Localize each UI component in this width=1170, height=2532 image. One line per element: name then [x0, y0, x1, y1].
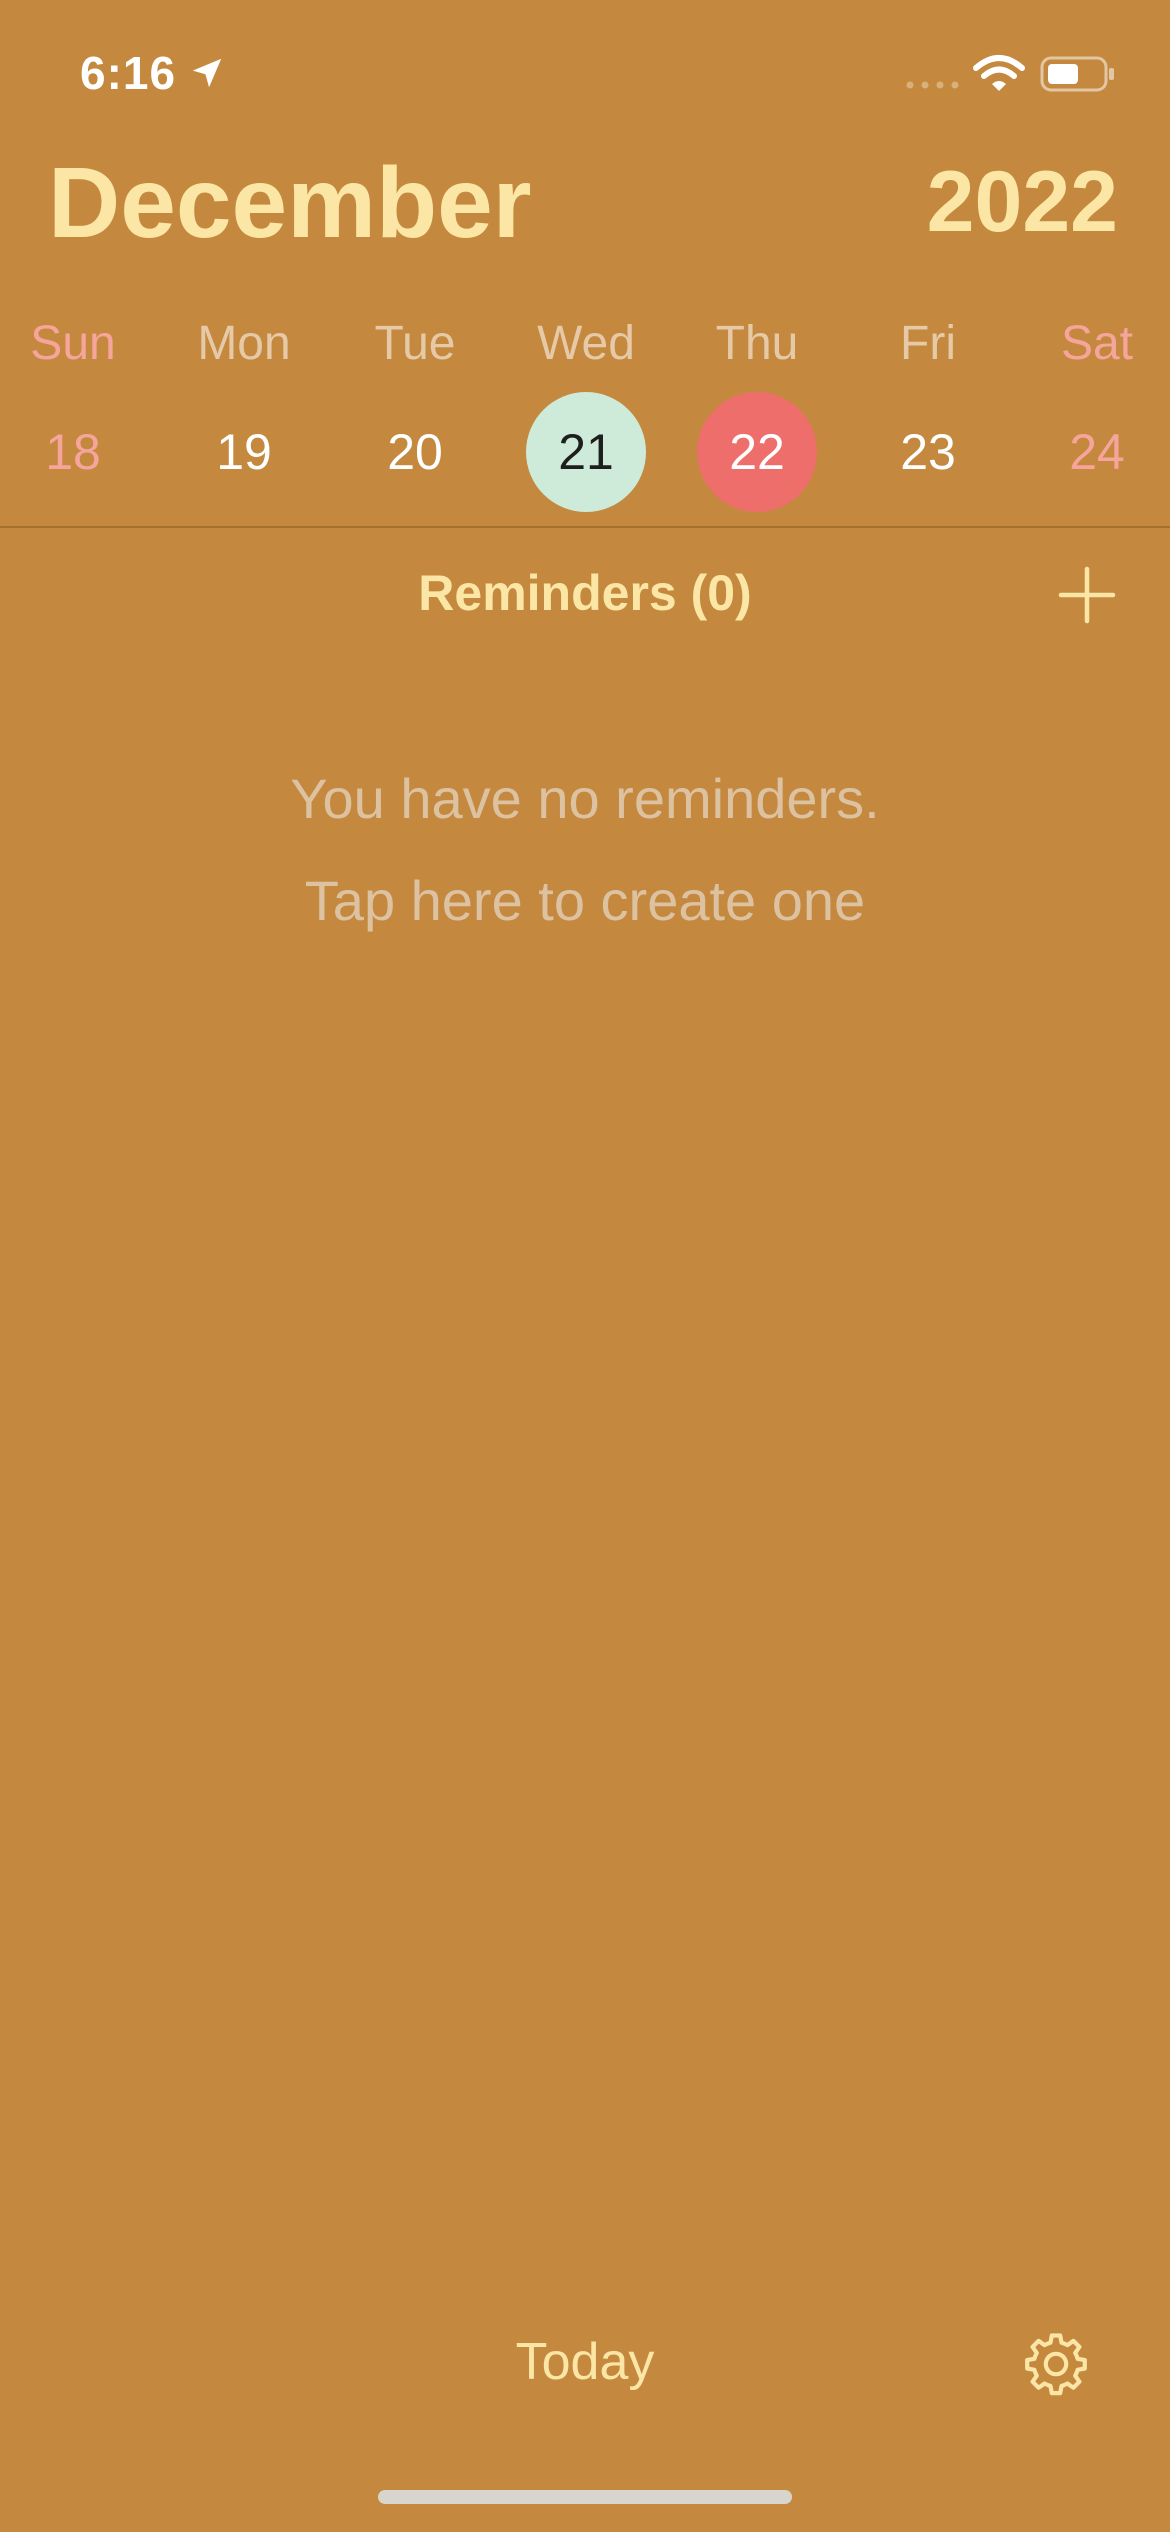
home-indicator[interactable] [378, 2490, 792, 2504]
divider [0, 526, 1170, 528]
day-circle: 24 [1037, 392, 1157, 512]
gear-icon[interactable] [1020, 2328, 1092, 2400]
day-circle: 18 [13, 392, 133, 512]
day-name: Wed [537, 317, 635, 370]
day-saturday[interactable]: Sat 24 [1012, 310, 1170, 520]
day-sunday[interactable]: Sun 18 [0, 310, 158, 520]
day-name: Sat [1060, 317, 1134, 370]
day-wednesday-selected[interactable]: Wed 21 [501, 310, 671, 520]
today-day-circle: 22 [697, 392, 817, 512]
status-bar: 6:16 [0, 0, 1170, 150]
day-number: 23 [900, 424, 956, 480]
day-name: Sun [30, 317, 116, 370]
day-friday[interactable]: Fri 23 [843, 310, 1013, 520]
day-name: Thu [715, 317, 799, 370]
day-circle: 20 [355, 392, 475, 512]
month-title: December [48, 147, 532, 259]
battery-icon [1040, 56, 1114, 92]
wifi-icon [973, 55, 1025, 91]
day-number: 22 [729, 424, 785, 480]
day-number: 20 [387, 424, 443, 480]
year-title: 2022 [926, 154, 1118, 250]
reminders-title: Reminders (0) [418, 565, 752, 621]
day-name: Fri [900, 317, 956, 370]
day-number: 18 [45, 424, 101, 480]
day-name: Tue [374, 317, 456, 370]
day-tuesday[interactable]: Tue 20 [330, 310, 500, 520]
day-number: 19 [216, 424, 272, 480]
today-button-row: Today [0, 2332, 1170, 2392]
empty-reminders-prompt[interactable]: You have no reminders. Tap here to creat… [0, 748, 1170, 952]
day-circle: 19 [184, 392, 304, 512]
day-name: Mon [197, 317, 291, 370]
day-thursday-today[interactable]: Thu 22 [672, 310, 842, 520]
create-reminder-hint: Tap here to create one [304, 869, 866, 932]
day-monday[interactable]: Mon 19 [159, 310, 329, 520]
day-number: 21 [558, 424, 614, 480]
day-circle: 23 [868, 392, 988, 512]
plus-icon[interactable] [1058, 566, 1116, 624]
day-number: 24 [1069, 424, 1125, 480]
empty-message: You have no reminders. [290, 767, 880, 830]
week-strip: Sun 18 Mon 19 Tue 20 Wed 21 Thu 22 Fri 2… [0, 310, 1170, 520]
cellular-signal-icon [906, 81, 959, 89]
today-button[interactable]: Today [516, 2333, 655, 2391]
selected-day-circle: 21 [526, 392, 646, 512]
location-arrow-icon [192, 58, 222, 88]
status-time: 6:16 [80, 47, 177, 99]
